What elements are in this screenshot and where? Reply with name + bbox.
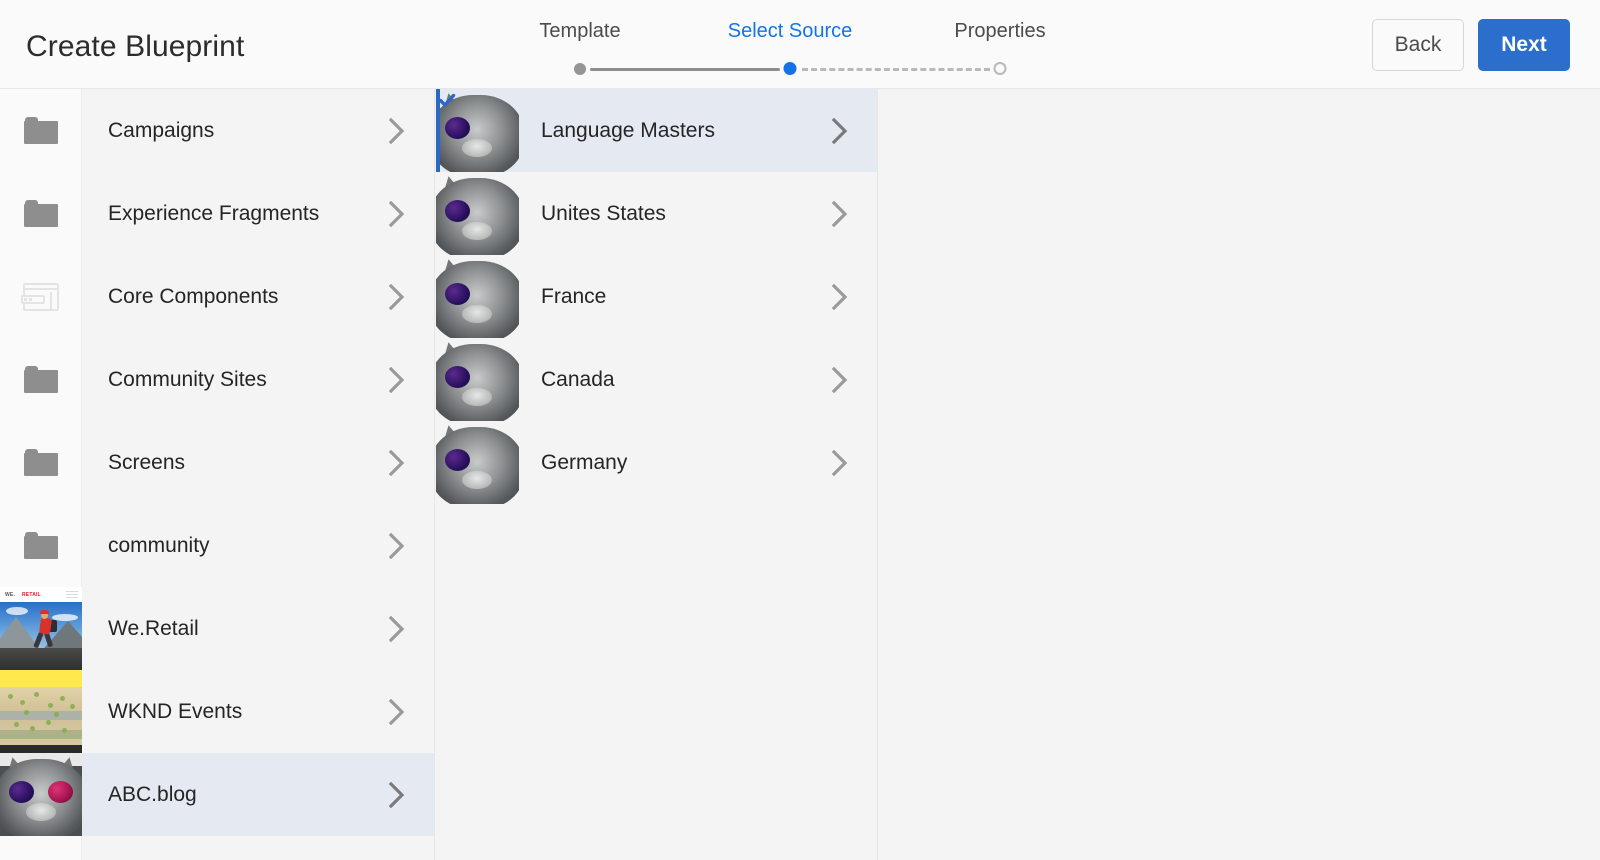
language-list-item[interactable]: Language Masters: [436, 89, 877, 172]
source-column: Campaigns Experience Fragments Core Compon…: [82, 89, 435, 860]
source-item-icon-screens: [0, 421, 82, 504]
source-list-item-label: ABC.blog: [108, 782, 197, 806]
folder-icon: [24, 117, 58, 144]
language-list-item-label: Unites States: [541, 201, 666, 225]
source-list-item[interactable]: Campaigns: [82, 89, 434, 172]
source-list-item[interactable]: WKND Events: [82, 670, 434, 753]
folder-icon: [24, 366, 58, 393]
step-dot-template[interactable]: [574, 63, 586, 75]
source-list-item[interactable]: community: [82, 504, 434, 587]
source-list-item-label: Screens: [108, 450, 186, 474]
chevron-right-icon[interactable]: [389, 615, 405, 642]
source-list-item[interactable]: Experience Fragments: [82, 172, 434, 255]
stepper-track: [520, 62, 1080, 76]
chevron-right-icon[interactable]: [389, 532, 405, 559]
source-list-item[interactable]: ABC.blog: [82, 753, 434, 836]
page-thumbnail-placeholder-icon: [21, 282, 59, 311]
cat-thumbnail-icon: [0, 753, 82, 836]
source-item-icon-we-retail: WE. RETAIL: [0, 587, 82, 670]
source-list-item[interactable]: Screens: [82, 421, 434, 504]
step-label-properties[interactable]: Properties: [954, 20, 1045, 43]
language-list-item[interactable]: France: [436, 255, 877, 338]
chevron-right-icon[interactable]: [832, 449, 848, 476]
folder-icon: [24, 449, 58, 476]
retail-brand-text-1: WE.: [5, 592, 16, 598]
chevron-right-icon[interactable]: [832, 200, 848, 227]
source-list-item-label: Campaigns: [108, 118, 215, 142]
back-button[interactable]: Back: [1372, 19, 1464, 71]
chevron-right-icon[interactable]: [389, 366, 405, 393]
chevron-right-icon[interactable]: [832, 366, 848, 393]
source-item-icon-experience-fragments: [0, 172, 82, 255]
chevron-right-icon[interactable]: [389, 781, 405, 808]
language-list-item[interactable]: Canada: [436, 338, 877, 421]
source-column-icon-rail: WE. RETAIL: [0, 89, 82, 860]
wizard-stepper: Template Select Source Properties: [520, 20, 1080, 80]
wknd-thumbnail-icon: [0, 670, 82, 753]
stepper-labels: Template Select Source Properties: [520, 20, 1080, 50]
source-item-icon-community: [0, 504, 82, 587]
source-item-icon-abc-blog: [0, 753, 82, 836]
folder-icon: [24, 200, 58, 227]
page-title: Create Blueprint: [26, 30, 245, 63]
language-list-item-thumbnail[interactable]: [436, 172, 519, 255]
source-list-item-label: We.Retail: [108, 616, 199, 640]
detail-column: [879, 89, 1600, 860]
source-list-item-label: Core Components: [108, 284, 279, 308]
language-column: Language Masters Unites States France Canad…: [436, 89, 878, 860]
language-list-item-thumbnail[interactable]: [436, 89, 519, 172]
step-dot-properties[interactable]: [993, 62, 1007, 75]
stepper-line-upcoming: [802, 68, 990, 71]
selection-edge-bar: [436, 89, 440, 172]
step-dot-select-source[interactable]: [783, 62, 797, 75]
language-list-item-label: Canada: [541, 367, 615, 391]
chevron-right-icon[interactable]: [389, 283, 405, 310]
language-list-item-label: Germany: [541, 450, 628, 474]
source-list-item-label: Community Sites: [108, 367, 267, 391]
source-item-icon-core-components: [0, 255, 82, 338]
dialog-header: Create Blueprint Template Select Source …: [0, 0, 1600, 89]
source-item-icon-community-sites: [0, 338, 82, 421]
step-label-select-source[interactable]: Select Source: [728, 20, 853, 43]
language-list-item[interactable]: Germany: [436, 421, 877, 504]
chevron-right-icon[interactable]: [832, 117, 848, 144]
chevron-right-icon[interactable]: [389, 449, 405, 476]
language-list-item-label: France: [541, 284, 607, 308]
source-list-item[interactable]: Community Sites: [82, 338, 434, 421]
language-list-item-thumbnail[interactable]: [436, 255, 519, 338]
column-browser: WE. RETAIL Campaigns Experience Fragments C…: [0, 89, 1600, 860]
source-list-item[interactable]: We.Retail: [82, 587, 434, 670]
source-item-icon-wknd-events: [0, 670, 82, 753]
folder-icon: [24, 532, 58, 559]
source-list-item-label: community: [108, 533, 210, 557]
step-label-template[interactable]: Template: [539, 20, 620, 43]
chevron-right-icon[interactable]: [832, 283, 848, 310]
source-list-item-label: Experience Fragments: [108, 201, 320, 225]
language-list-item-label: Language Masters: [541, 118, 715, 142]
retail-brand-text-2: RETAIL: [22, 592, 41, 598]
chevron-right-icon[interactable]: [389, 117, 405, 144]
language-list-item-thumbnail[interactable]: [436, 338, 519, 421]
chevron-right-icon[interactable]: [389, 698, 405, 725]
source-list-item[interactable]: Core Components: [82, 255, 434, 338]
chevron-right-icon[interactable]: [389, 200, 405, 227]
next-button[interactable]: Next: [1478, 19, 1570, 71]
stepper-line-completed: [590, 68, 780, 71]
language-list-item[interactable]: Unites States: [436, 172, 877, 255]
source-list-item-label: WKND Events: [108, 699, 243, 723]
language-list-item-thumbnail[interactable]: [436, 421, 519, 504]
retail-thumbnail-icon: WE. RETAIL: [0, 587, 82, 670]
source-item-icon-campaigns: [0, 89, 82, 172]
